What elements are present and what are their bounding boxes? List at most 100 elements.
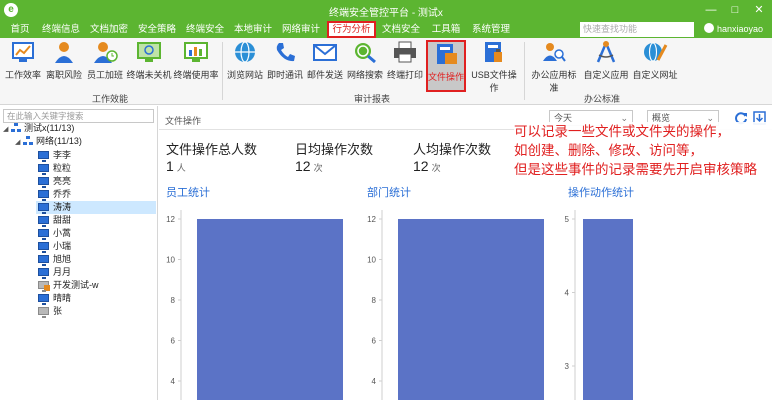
employee-chart: 4 6 8 10 12 xyxy=(166,210,343,400)
tool-usb-file-operation[interactable]: USB文件操作 xyxy=(468,40,520,93)
y-tick-label: 8 xyxy=(372,296,377,305)
chart-bar xyxy=(398,219,544,400)
chart-bar xyxy=(583,219,633,400)
terminal-name: 粒粒 xyxy=(53,163,72,173)
online-computer-icon xyxy=(38,216,49,227)
tree-terminal[interactable]: 小瑞 xyxy=(38,240,71,253)
menu-behavior-analysis[interactable]: 行为分析 xyxy=(327,21,376,38)
tree-terminal[interactable]: 开发测试-w xyxy=(38,279,99,292)
tool-print[interactable]: 终端打印 xyxy=(386,40,424,84)
tool-not-shutdown[interactable]: 终端未关机 xyxy=(126,40,172,84)
monitor-power-icon xyxy=(136,40,162,64)
minimize-button[interactable]: — xyxy=(700,2,722,18)
annotation-line: 但是这些事件的记录需要先开启审核策略 xyxy=(514,162,757,177)
y-tick-label: 12 xyxy=(166,215,175,224)
online-computer-icon xyxy=(38,190,49,201)
efficiency-icon xyxy=(10,40,36,64)
chart-axis: 3 4 5 xyxy=(565,210,576,400)
tool-label: 浏览网站 xyxy=(226,70,263,80)
y-tick-label: 6 xyxy=(171,337,176,346)
function-search-input[interactable]: 快速查找功能 xyxy=(580,22,694,37)
tree-terminal-selected[interactable]: 涛涛 xyxy=(36,201,156,214)
menu-network-audit[interactable]: 网络审计 xyxy=(280,21,322,38)
user-name: hanxiaoyao xyxy=(717,24,764,34)
menu-terminal-info[interactable]: 终端信息 xyxy=(40,21,82,38)
menu-home[interactable]: 首页 xyxy=(4,21,36,38)
annotation-line: 如创建、删除、修改、访问等， xyxy=(514,143,703,158)
maximize-button[interactable]: □ xyxy=(724,2,746,18)
tool-overtime[interactable]: 员工加班 xyxy=(85,40,125,84)
tool-mail-send[interactable]: 邮件发送 xyxy=(306,40,344,84)
tool-file-operation[interactable]: 文件操作 xyxy=(426,40,466,92)
terminal-name: 李李 xyxy=(53,150,72,160)
department-chart: 4 6 8 10 12 xyxy=(367,210,544,400)
tool-browse-web[interactable]: 浏览网站 xyxy=(226,40,264,84)
tool-web-search[interactable]: 网络搜索 xyxy=(346,40,384,84)
online-computer-icon xyxy=(38,255,49,266)
menu-local-audit[interactable]: 本地审计 xyxy=(232,21,274,38)
tool-label: 员工加班 xyxy=(86,70,123,80)
annotation-line: 可以记录一些文件或文件夹的操作， xyxy=(514,124,730,139)
terminal-name: 晴晴 xyxy=(53,293,72,303)
tree-search-input[interactable]: 在此输入关键字搜索 xyxy=(3,109,154,123)
online-computer-icon xyxy=(38,294,49,305)
online-computer-icon xyxy=(38,203,49,214)
people-search-icon xyxy=(541,40,567,64)
chart-axis: 4 6 8 10 12 xyxy=(166,210,182,400)
tool-label: 终端使用率 xyxy=(173,70,219,80)
tool-work-efficiency[interactable]: 工作效率 xyxy=(3,40,43,84)
terminal-name: 张 xyxy=(53,306,63,316)
tool-instant-messaging[interactable]: 即时通讯 xyxy=(266,40,304,84)
tool-label: 工作效率 xyxy=(4,70,41,80)
chart-title-department: 部门统计 xyxy=(367,187,411,199)
menu-doc-encrypt[interactable]: 文档加密 xyxy=(88,21,130,38)
menu-system-admin[interactable]: 系统管理 xyxy=(470,21,512,38)
tree-group[interactable]: ◢ 网络(11/13) xyxy=(15,135,82,148)
tree-terminal[interactable]: 甜甜 xyxy=(38,214,71,227)
chart-bar xyxy=(197,219,343,400)
compass-icon xyxy=(593,40,619,64)
collapse-arrow-icon: ◢ xyxy=(3,126,9,133)
tool-usage-rate[interactable]: 终端使用率 xyxy=(173,40,219,84)
menu-doc-security[interactable]: 文档安全 xyxy=(380,21,422,38)
online-computer-icon xyxy=(38,229,49,240)
tree-terminal[interactable]: 晴晴 xyxy=(38,292,71,305)
window-title: 终端安全管控平台 - 测试x xyxy=(329,8,443,19)
annotation-note: 可以记录一些文件或文件夹的操作， 如创建、删除、修改、访问等， 但是这些事件的记… xyxy=(514,122,772,179)
tool-office-app-standard[interactable]: 办公应用标准 xyxy=(528,40,580,93)
tool-label: 自定义应用 xyxy=(583,70,629,80)
menu-security-policy[interactable]: 安全策略 xyxy=(136,21,178,38)
tree-terminal[interactable]: 粒粒 xyxy=(38,162,71,175)
tree-terminal[interactable]: 旭旭 xyxy=(38,253,71,266)
title-bar: e 终端安全管控平台 - 测试x — □ ✕ xyxy=(0,0,772,21)
tree-terminal[interactable]: 乔乔 xyxy=(38,188,71,201)
chart-title-operation: 操作动作统计 xyxy=(568,187,634,199)
file-operation-icon xyxy=(433,42,459,66)
stat-total-people: 1人 xyxy=(166,158,186,174)
chart-axis: 4 6 8 10 12 xyxy=(367,210,383,400)
ribbon-toolbar: 工作效率 离职风险 员工加班 终端未关机 终端使用率 工作效能 浏览网站 即时通… xyxy=(0,38,772,105)
tree-terminal[interactable]: 小蒿 xyxy=(38,227,71,240)
globe-icon xyxy=(232,40,258,64)
globe-pencil-icon xyxy=(642,40,668,64)
y-tick-label: 6 xyxy=(372,337,377,346)
close-button[interactable]: ✕ xyxy=(748,2,770,18)
tree-root[interactable]: ◢ 测试x(11/13) xyxy=(3,122,74,135)
tree-terminal[interactable]: 张 xyxy=(38,305,62,318)
menu-bar: 首页 终端信息 文档加密 安全策略 终端安全 本地审计 网络审计 行为分析 文档… xyxy=(0,21,772,38)
user-menu[interactable]: hanxiaoyao xyxy=(704,21,763,38)
menu-toolbox[interactable]: 工具箱 xyxy=(428,21,464,38)
y-tick-label: 10 xyxy=(166,256,175,265)
tree-terminal[interactable]: 李李 xyxy=(38,149,71,162)
tree-terminal[interactable]: 月月 xyxy=(38,266,71,279)
y-tick-label: 4 xyxy=(171,377,176,386)
tree-terminal[interactable]: 亮亮 xyxy=(38,175,71,188)
tool-custom-url[interactable]: 自定义网址 xyxy=(632,40,678,84)
menu-terminal-security[interactable]: 终端安全 xyxy=(184,21,226,38)
online-computer-icon xyxy=(38,242,49,253)
tool-label: 离职风险 xyxy=(45,70,82,80)
terminal-name: 涛涛 xyxy=(53,202,72,212)
tool-custom-app[interactable]: 自定义应用 xyxy=(582,40,630,84)
usb-file-icon xyxy=(481,40,507,64)
tool-resign-risk[interactable]: 离职风险 xyxy=(44,40,84,84)
